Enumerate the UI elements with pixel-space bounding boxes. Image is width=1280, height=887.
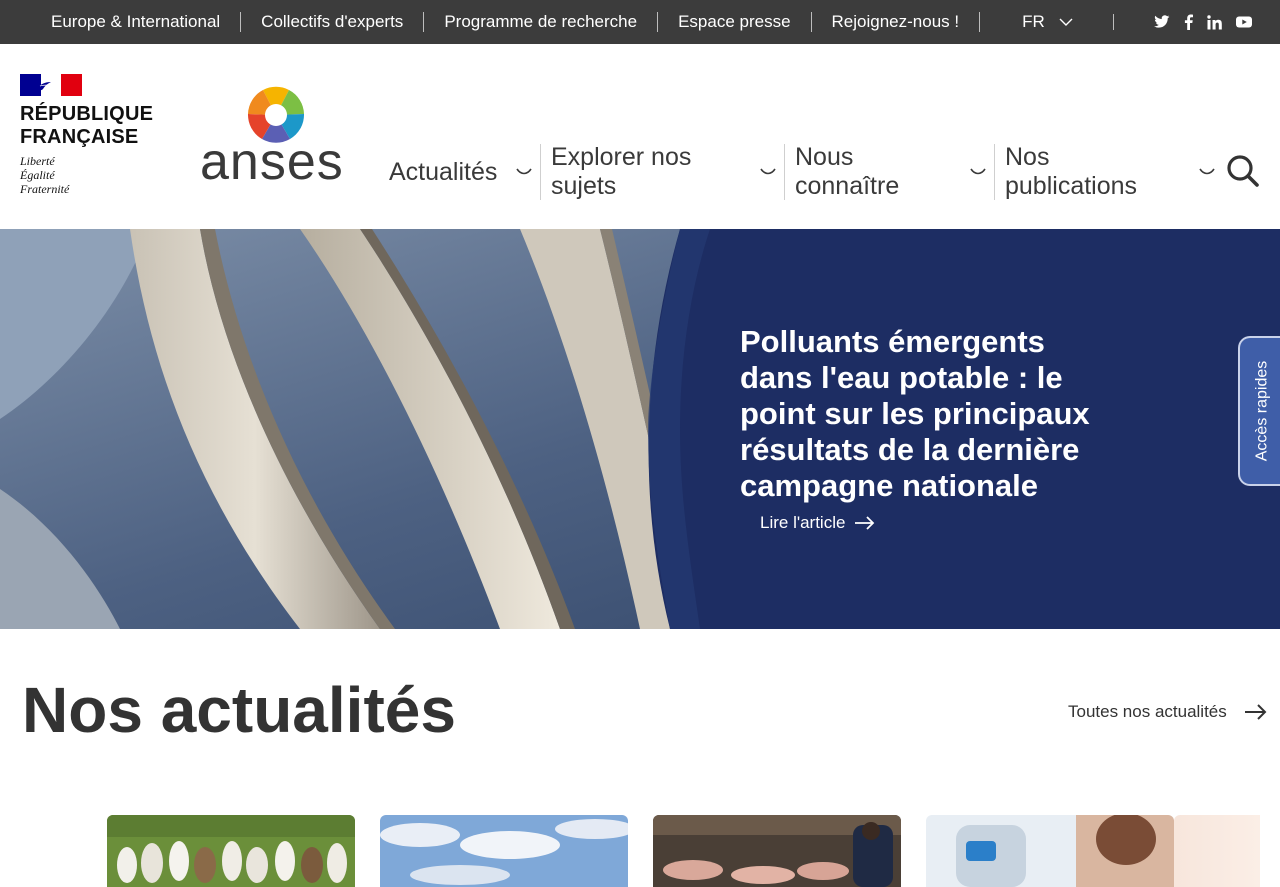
nav-actualites-label: Actualités	[389, 157, 498, 186]
site-header: RÉPUBLIQUE FRANÇAISE Liberté Égalité Fra…	[0, 44, 1280, 229]
top-bar: Europe & International Collectifs d'expe…	[0, 0, 1280, 44]
arrow-right-icon	[855, 516, 875, 530]
news-card[interactable]	[653, 815, 901, 887]
read-article-link[interactable]: Lire l'article	[760, 513, 875, 533]
news-card[interactable]	[380, 815, 628, 887]
toplink-europe[interactable]: Europe & International	[31, 12, 242, 32]
news-card-image	[107, 815, 355, 887]
main-nav: Actualités Explorer nos sujets Nous conn…	[389, 142, 1233, 202]
news-card-image	[653, 815, 901, 887]
hero-title: Polluants émergents dans l'eau potable :…	[740, 324, 1090, 503]
anses-logo[interactable]: anses	[200, 84, 352, 190]
toplink-rejoignez[interactable]: Rejoignez-nous !	[812, 12, 981, 32]
nav-publications[interactable]: Nos publications	[1005, 143, 1223, 200]
search-button[interactable]	[1226, 154, 1262, 190]
language-label: FR	[1022, 12, 1045, 31]
news-card-image	[926, 815, 1174, 887]
top-links: Europe & International Collectifs d'expe…	[31, 12, 981, 32]
toplink-presse[interactable]: Espace presse	[658, 12, 812, 32]
hero-banner: Polluants émergents dans l'eau potable :…	[0, 229, 1280, 629]
nav-actualites[interactable]: Actualités	[389, 144, 541, 200]
news-card-partial[interactable]	[1174, 815, 1260, 887]
chevron-down-icon	[1199, 168, 1215, 175]
nav-explorer-label: Explorer nos sujets	[551, 143, 692, 200]
toplink-programme[interactable]: Programme de recherche	[424, 12, 659, 32]
twitter-icon[interactable]	[1153, 15, 1170, 29]
marianne-flag-icon	[20, 74, 82, 96]
republique-line: RÉPUBLIQUE	[20, 103, 154, 125]
chevron-down-icon	[516, 168, 532, 175]
toplink-collectifs[interactable]: Collectifs d'experts	[241, 12, 425, 32]
quick-access-label: Accès rapides	[1253, 360, 1270, 462]
chevron-down-icon	[760, 168, 776, 175]
search-icon	[1227, 155, 1259, 187]
facebook-icon[interactable]	[1184, 14, 1193, 30]
social-links	[1140, 14, 1252, 30]
read-article-label: Lire l'article	[760, 513, 846, 532]
devise-fraternite: Fraternité	[20, 182, 70, 196]
anses-wordmark: anses	[200, 133, 344, 191]
nav-explorer[interactable]: Explorer nos sujets	[551, 143, 785, 200]
nav-nous-connaitre-label: Nous connaître	[795, 143, 900, 200]
chevron-down-icon	[1059, 18, 1073, 26]
chevron-down-icon	[970, 168, 986, 175]
linkedin-icon[interactable]	[1207, 14, 1222, 30]
republique-francaise-logo[interactable]: RÉPUBLIQUE FRANÇAISE Liberté Égalité Fra…	[20, 74, 170, 204]
arrow-right-icon	[1244, 704, 1267, 720]
news-cards	[107, 815, 1199, 887]
news-card[interactable]	[107, 815, 355, 887]
language-selector[interactable]: FR	[1022, 12, 1073, 32]
nav-nous-connaitre[interactable]: Nous connaître	[795, 143, 995, 200]
news-section-title: Nos actualités	[22, 674, 456, 746]
youtube-icon[interactable]	[1235, 16, 1252, 28]
francaise-line: FRANÇAISE	[20, 126, 139, 148]
divider	[1112, 14, 1114, 30]
nav-publications-label: Nos publications	[1005, 143, 1138, 200]
quick-access-tab[interactable]: Accès rapides	[1238, 336, 1280, 486]
all-news-label: Toutes nos actualités	[1068, 702, 1227, 721]
news-card-image	[380, 815, 628, 887]
devise-liberte: Liberté	[20, 154, 55, 168]
devise-egalite: Égalité	[20, 168, 55, 182]
all-news-link[interactable]: Toutes nos actualités	[1068, 702, 1267, 722]
news-card[interactable]	[926, 815, 1174, 887]
